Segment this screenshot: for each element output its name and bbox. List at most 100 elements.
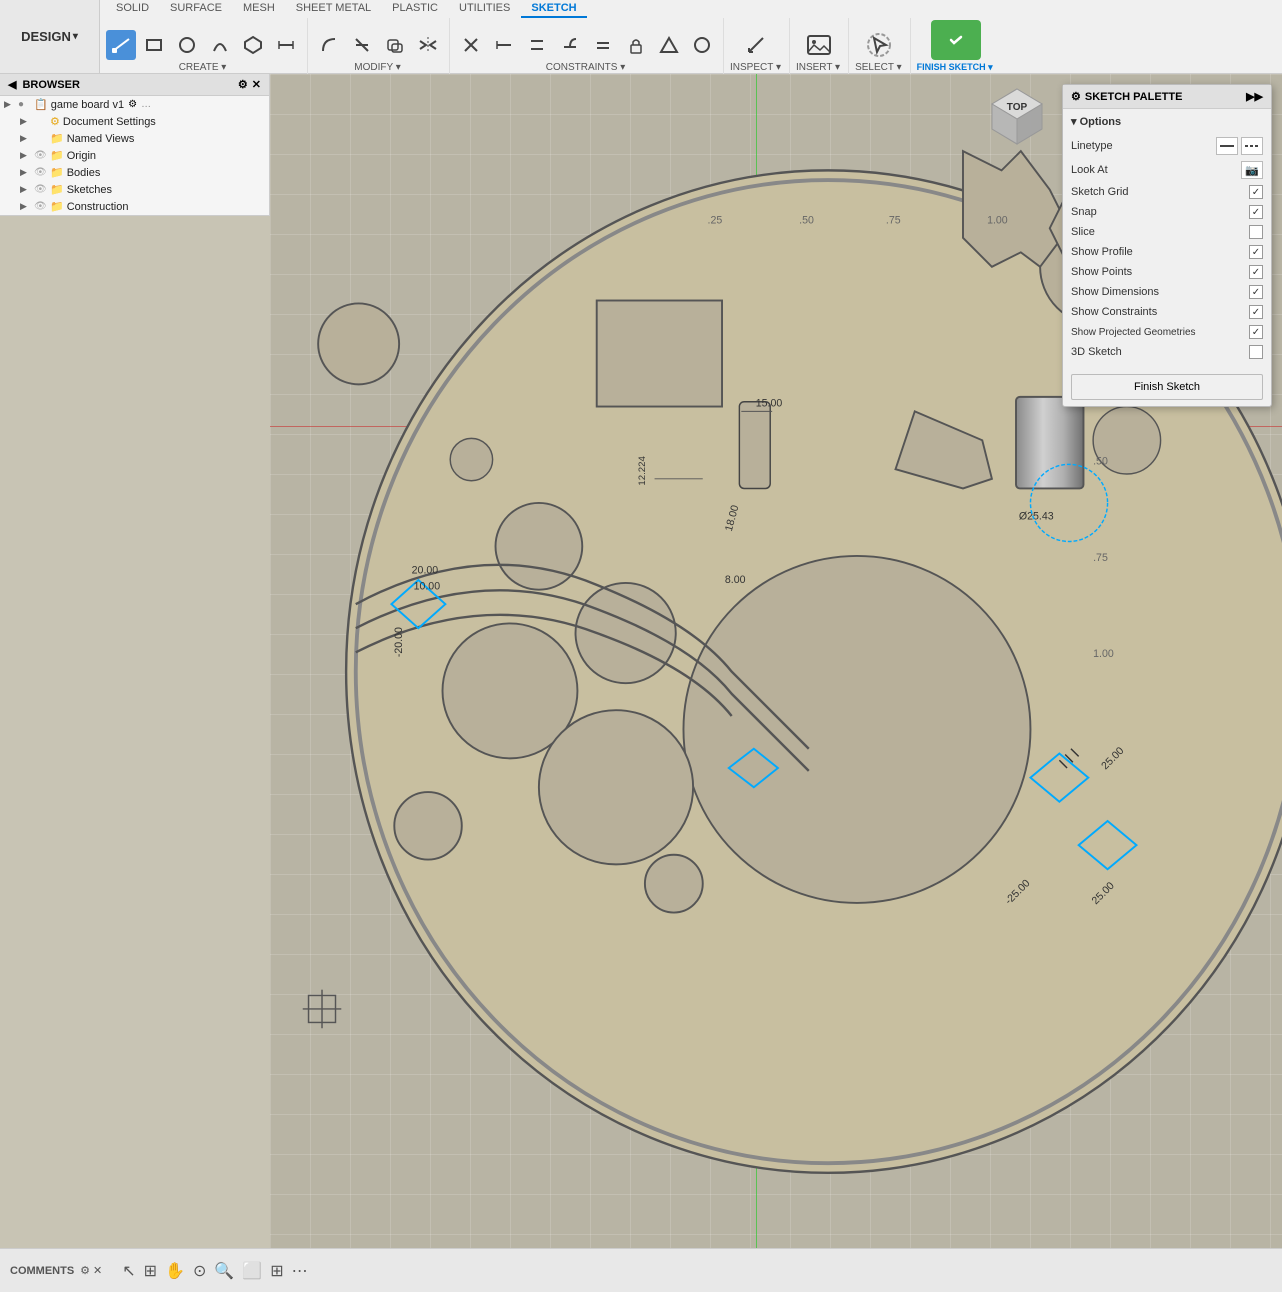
browser-item-construction[interactable]: ▶ 👁 📁 Construction — [0, 198, 269, 215]
design-button[interactable]: DESIGN ▾ — [0, 0, 100, 73]
look-at-label: Look At — [1071, 164, 1108, 176]
finish-sketch-button[interactable]: Finish Sketch — [1071, 374, 1263, 400]
dimension-tool-icon[interactable] — [271, 30, 301, 60]
show-points-label: Show Points — [1071, 266, 1132, 278]
show-constraints-checkbox[interactable] — [1249, 305, 1263, 319]
show-projected-checkbox[interactable] — [1249, 325, 1263, 339]
bodies-folder-icon: 📁 — [50, 166, 64, 179]
finish-sketch-icon[interactable] — [931, 20, 981, 60]
main-canvas[interactable]: 15.00 12.224 18.00 8.00 10.00 20.00 -20.… — [270, 74, 1282, 1248]
orbit-mode-icon[interactable]: ⊙ — [193, 1261, 206, 1281]
browser-item-bodies[interactable]: ▶ 👁 📁 Bodies — [0, 164, 269, 181]
select-label[interactable]: SELECT ▾ — [855, 62, 904, 73]
finish-sketch-label[interactable]: FINISH SKETCH ▾ — [917, 62, 995, 73]
sketch-grid-label: Sketch Grid — [1071, 186, 1128, 198]
3d-sketch-checkbox[interactable] — [1249, 345, 1263, 359]
slice-checkbox[interactable] — [1249, 225, 1263, 239]
offset-icon[interactable] — [380, 30, 410, 60]
view-display-icon[interactable]: ⬜ — [242, 1261, 262, 1281]
inspect-group: INSPECT ▾ — [724, 18, 790, 77]
coincident-icon[interactable] — [456, 30, 486, 60]
visibility-icon-construction: 👁 — [34, 201, 48, 212]
mirror-icon[interactable] — [413, 30, 443, 60]
tab-surface[interactable]: SURFACE — [160, 0, 232, 18]
tab-mesh[interactable]: MESH — [233, 0, 285, 18]
grid-settings-icon[interactable]: ⊞ — [270, 1261, 283, 1281]
modify-label[interactable]: MODIFY ▾ — [354, 62, 403, 73]
item-badge: ⚙ — [128, 99, 137, 110]
create-label[interactable]: CREATE ▾ — [179, 62, 229, 73]
snap-label: Snap — [1071, 206, 1097, 218]
more-settings-icon[interactable]: ⋯ — [292, 1261, 308, 1281]
zoom-icon[interactable]: 🔍 — [214, 1261, 234, 1281]
palette-row-linetype: Linetype — [1071, 134, 1263, 158]
snap-checkbox[interactable] — [1249, 205, 1263, 219]
parallel-icon[interactable] — [522, 30, 552, 60]
sketches-folder-icon: 📁 — [50, 183, 64, 196]
palette-header: ⚙ SKETCH PALETTE ▶▶ — [1063, 85, 1271, 109]
browser-close-icon[interactable]: ✕ — [252, 78, 261, 91]
circle-tool-icon[interactable] — [172, 30, 202, 60]
cursor-mode-icon[interactable]: ↖ — [122, 1261, 135, 1281]
comments-collapse-icon[interactable]: ✕ — [93, 1264, 102, 1277]
select-cursor-icon[interactable] — [864, 30, 894, 60]
tab-solid[interactable]: SOLID — [106, 0, 159, 18]
visibility-icon-root: ● — [18, 99, 32, 110]
insert-image-icon[interactable] — [804, 30, 834, 60]
item-overflow[interactable]: … — [141, 99, 151, 110]
svg-text:10.00: 10.00 — [414, 581, 441, 593]
palette-row-show-constraints: Show Constraints — [1071, 302, 1263, 322]
polygon-tool-icon[interactable] — [238, 30, 268, 60]
palette-icon: ⚙ — [1071, 90, 1081, 103]
comments-settings-icon[interactable]: ⚙ — [80, 1264, 90, 1277]
arc-tool-icon[interactable] — [205, 30, 235, 60]
comments-label: COMMENTS — [10, 1265, 74, 1277]
show-points-checkbox[interactable] — [1249, 265, 1263, 279]
tab-plastic[interactable]: PLASTIC — [382, 0, 448, 18]
look-at-btn[interactable]: 📷 — [1241, 161, 1263, 179]
pan-mode-icon[interactable]: ✋ — [165, 1261, 185, 1281]
equal-icon[interactable] — [588, 30, 618, 60]
insert-label[interactable]: INSERT ▾ — [796, 62, 842, 73]
tangent-icon[interactable] — [555, 30, 585, 60]
fillet-icon[interactable] — [314, 30, 344, 60]
measure-icon[interactable] — [741, 30, 771, 60]
linetype-solid-btn[interactable] — [1216, 137, 1238, 155]
lock-icon[interactable] — [621, 30, 651, 60]
browser-collapse-icon[interactable]: ◀ — [8, 78, 16, 91]
browser-item-origin[interactable]: ▶ 👁 📁 Origin — [0, 147, 269, 164]
triangle-icon[interactable] — [654, 30, 684, 60]
trim-icon[interactable] — [347, 30, 377, 60]
select-mode-icon[interactable]: ⊞ — [144, 1261, 157, 1281]
status-icons-group: ↖ ⊞ ✋ ⊙ 🔍 ⬜ ⊞ ⋯ — [122, 1261, 307, 1281]
show-dimensions-label: Show Dimensions — [1071, 286, 1159, 298]
constraints-label[interactable]: CONSTRAINTS ▾ — [546, 62, 627, 73]
browser-item-named-views[interactable]: ▶ 📁 Named Views — [0, 130, 269, 147]
view-cube[interactable]: TOP — [982, 84, 1052, 154]
palette-row-show-projected: Show Projected Geometries — [1071, 322, 1263, 342]
linetype-dashed-btn[interactable] — [1241, 137, 1263, 155]
show-profile-checkbox[interactable] — [1249, 245, 1263, 259]
tab-sheet-metal[interactable]: SHEET METAL — [286, 0, 381, 18]
tree-toggle-construction: ▶ — [20, 201, 32, 212]
tab-sketch[interactable]: SKETCH — [521, 0, 586, 18]
line-tool-icon[interactable] — [106, 30, 136, 60]
select-group: SELECT ▾ — [849, 18, 911, 77]
tab-utilities[interactable]: UTILITIES — [449, 0, 520, 18]
palette-row-sketch-grid: Sketch Grid — [1071, 182, 1263, 202]
circle-constraint-icon[interactable] — [687, 30, 717, 60]
inspect-label[interactable]: INSPECT ▾ — [730, 62, 783, 73]
rectangle-tool-icon[interactable] — [139, 30, 169, 60]
browser-item-document-settings[interactable]: ▶ ⚙ Document Settings — [0, 113, 269, 130]
horizontal-icon[interactable] — [489, 30, 519, 60]
show-dimensions-checkbox[interactable] — [1249, 285, 1263, 299]
browser-item-root[interactable]: ▶ ● 📋 game board v1 ⚙ … — [0, 96, 269, 113]
tree-toggle-root: ▶ — [4, 99, 16, 110]
browser-settings-icon[interactable]: ⚙ — [238, 78, 248, 91]
browser-item-sketches[interactable]: ▶ 👁 📁 Sketches — [0, 181, 269, 198]
sketch-grid-checkbox[interactable] — [1249, 185, 1263, 199]
palette-row-3d-sketch: 3D Sketch — [1071, 342, 1263, 362]
palette-options-section: ▾ Options Linetype L — [1063, 109, 1271, 368]
palette-expand-icon[interactable]: ▶▶ — [1246, 90, 1263, 103]
tree-toggle-bodies: ▶ — [20, 167, 32, 178]
